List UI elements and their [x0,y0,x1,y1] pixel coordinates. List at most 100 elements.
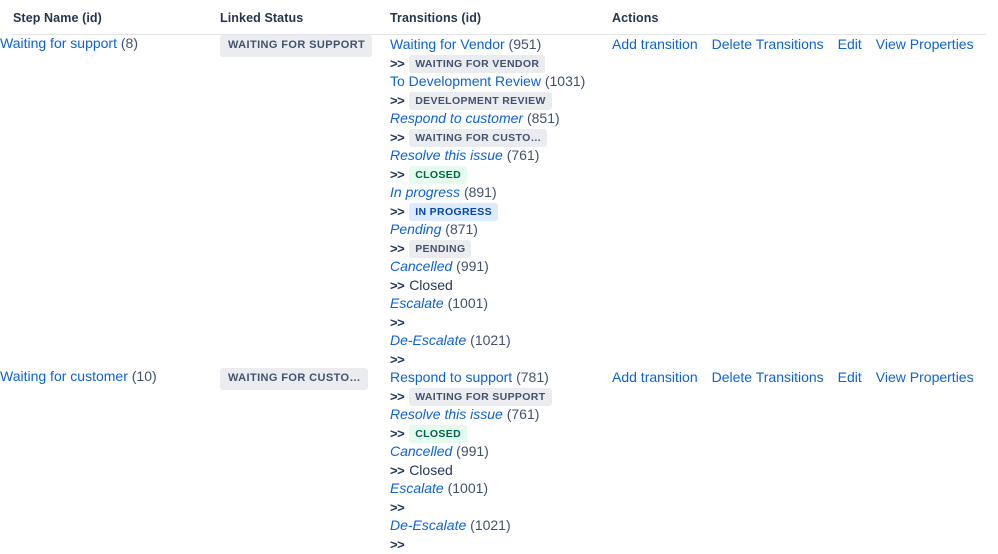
column-header-step-name-label: Step Name (id) [13,11,102,25]
transition-name-link[interactable]: Resolve this issue [390,406,503,422]
column-header-linked-status-label: Linked Status [220,11,304,25]
transitions-list: Respond to support (781) >> WAITING FOR SU… [390,368,612,553]
double-chevron-icon: >> [390,425,405,441]
transition-target-badge: WAITING FOR CUSTO… [409,128,548,147]
transitions-list: Waiting for Vendor (951) >> WAITING FOR VE… [390,35,612,368]
transition-name-link[interactable]: Respond to customer [390,110,523,126]
cell-actions: Add transition Delete Transitions Edit View… [612,35,998,368]
double-chevron-icon: >> [390,388,405,404]
transition-item: Respond to customer (851) [390,109,612,128]
transition-target-text: Closed [409,276,453,293]
transition-name-link[interactable]: In progress [390,184,460,200]
transition-id: (761) [506,147,540,163]
transition-target-line: >> CLOSED [390,424,612,443]
double-chevron-icon: >> [390,55,405,71]
cell-transitions: Respond to support (781) >> WAITING FOR SU… [390,368,612,553]
transition-name-link[interactable]: Cancelled [390,258,452,274]
transition-name-link[interactable]: Resolve this issue [390,147,503,163]
transition-name-link[interactable]: De-Escalate [390,517,466,533]
edit-link[interactable]: Edit [838,36,862,52]
transition-target-line: >> CLOSED [390,165,612,184]
transition-target-badge: IN PROGRESS [409,202,498,221]
column-header-transitions: Transitions (id) [390,0,612,34]
step-name-link[interactable]: Waiting for customer [0,368,128,384]
cell-actions: Add transition Delete Transitions Edit View… [612,368,998,553]
cell-step-name: Waiting for support (8) [0,35,220,368]
transition-target-badge: DEVELOPMENT REVIEW [409,91,552,110]
step-name-link[interactable]: Waiting for support [0,35,117,51]
view-properties-link[interactable]: View Properties [876,36,974,52]
transition-target-line: >> [390,350,612,369]
double-chevron-icon: >> [390,314,405,330]
cell-transitions: Waiting for Vendor (951) >> WAITING FOR VE… [390,35,612,368]
table-header: Step Name (id) Linked Status Transitions… [0,0,998,35]
transition-id: (1001) [447,295,489,311]
transition-id: (951) [508,36,542,52]
table-header-row: Step Name (id) Linked Status Transitions… [0,0,998,34]
transition-target-badge: CLOSED [409,165,468,184]
transition-id: (761) [506,406,540,422]
transition-target-line: >> Closed [390,461,612,480]
delete-transitions-link[interactable]: Delete Transitions [712,36,824,52]
double-chevron-icon: >> [390,536,405,552]
transition-name-link[interactable]: Respond to support [390,369,512,385]
transition-name-link[interactable]: Waiting for Vendor [390,36,505,52]
transition-name-link[interactable]: To Development Review [390,73,541,89]
cell-linked-status: WAITING FOR SUPPORT [220,35,390,368]
edit-link[interactable]: Edit [838,369,862,385]
delete-transitions-link[interactable]: Delete Transitions [712,369,824,385]
transition-name-link[interactable]: Pending [390,221,441,237]
transition-target-badge: PENDING [409,239,472,258]
double-chevron-icon: >> [390,129,405,145]
transition-item: Cancelled (991) [390,257,612,276]
transition-id: (781) [516,369,549,385]
table-row: Waiting for support (8) WAITING FOR SUPPO… [0,35,998,368]
cell-step-name: Waiting for customer (10) [0,368,220,553]
transition-target-badge: WAITING FOR SUPPORT [409,387,552,406]
transition-name-link[interactable]: Cancelled [390,443,452,459]
transition-target-line: >> WAITING FOR VENDOR [390,54,612,73]
transition-id: (1021) [470,517,511,533]
transition-target-badge: WAITING FOR VENDOR [409,54,546,73]
transition-id: (1001) [447,480,489,496]
transition-name-link[interactable]: Escalate [390,480,444,496]
transition-target-line: >> [390,498,612,517]
transition-target-line: >> WAITING FOR SUPPORT [390,387,612,406]
transition-target-line: >> [390,535,612,554]
transition-item: Waiting for Vendor (951) [390,35,612,54]
double-chevron-icon: >> [390,277,405,293]
transition-target-line: >> DEVELOPMENT REVIEW [390,91,612,110]
transition-item: De-Escalate (1021) [390,516,612,535]
view-properties-link[interactable]: View Properties [876,369,974,385]
transition-target-text: Closed [409,461,453,478]
transition-target-badge: CLOSED [409,424,468,443]
step-id: (10) [131,368,157,384]
linked-status-badge: WAITING FOR CUSTO… [220,368,368,390]
actions-group: Add transition Delete Transitions Edit View… [612,368,998,386]
transition-item: De-Escalate (1021) [390,331,612,350]
transition-id: (1021) [470,332,511,348]
column-header-actions-label: Actions [612,11,659,25]
workflow-steps-table: Step Name (id) Linked Status Transitions… [0,0,998,553]
add-transition-link[interactable]: Add transition [612,36,698,52]
transition-id: (991) [456,443,489,459]
transition-item: Respond to support (781) [390,368,612,387]
transition-name-link[interactable]: De-Escalate [390,332,466,348]
transition-target-line: >> Closed [390,276,612,295]
transition-id: (871) [445,221,478,237]
transition-target-line: >> [390,313,612,332]
transition-item: To Development Review (1031) [390,72,612,91]
column-header-step-name: Step Name (id) [0,0,220,34]
transition-item: Escalate (1001) [390,479,612,498]
transition-item: Cancelled (991) [390,442,612,461]
transition-item: Resolve this issue (761) [390,146,612,165]
transition-name-link[interactable]: Escalate [390,295,444,311]
double-chevron-icon: >> [390,166,405,182]
double-chevron-icon: >> [390,203,405,219]
add-transition-link[interactable]: Add transition [612,369,698,385]
double-chevron-icon: >> [390,92,405,108]
double-chevron-icon: >> [390,240,405,256]
column-header-linked-status: Linked Status [220,0,390,34]
transition-item: In progress (891) [390,183,612,202]
transition-item: Resolve this issue (761) [390,405,612,424]
